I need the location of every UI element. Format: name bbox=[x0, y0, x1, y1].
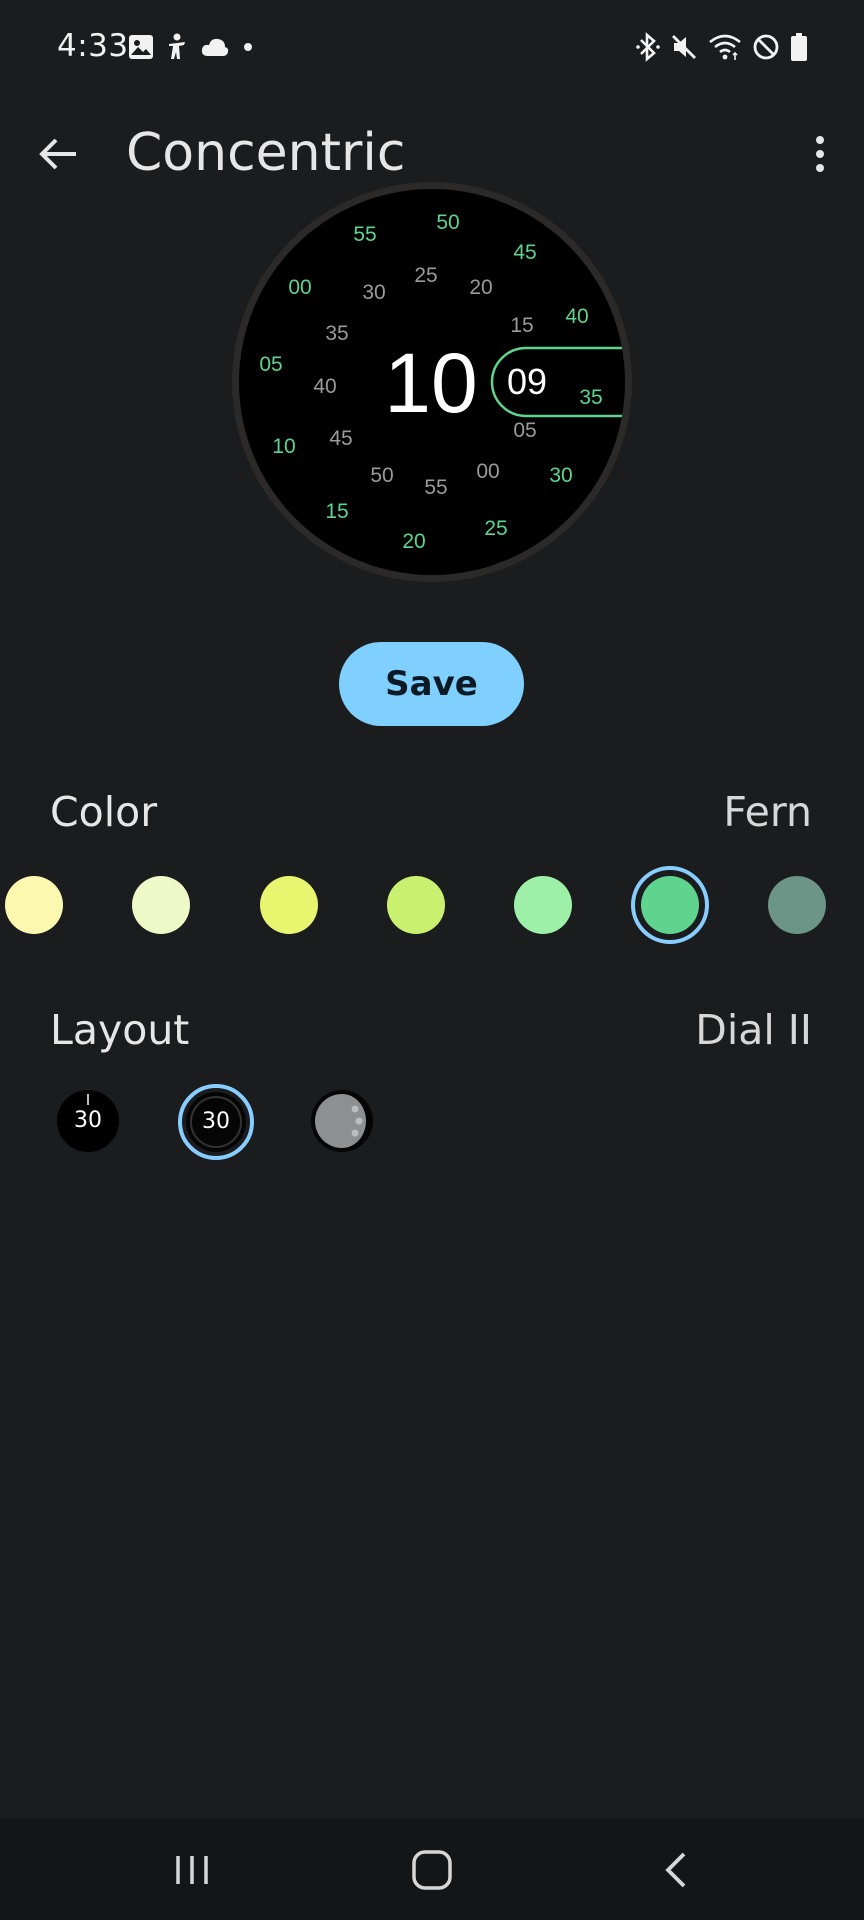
more-options-button[interactable] bbox=[798, 124, 842, 184]
image-icon bbox=[128, 34, 154, 64]
half-moon-icon bbox=[315, 1094, 366, 1148]
outer-ring-label: 15 bbox=[325, 500, 348, 523]
layout-option-dial-i[interactable]: 30 bbox=[57, 1090, 119, 1152]
mute-icon bbox=[670, 33, 698, 65]
nav-back-icon bbox=[648, 1852, 704, 1900]
outer-ring-label: 30 bbox=[549, 464, 572, 487]
outer-ring-label: 25 bbox=[484, 517, 507, 540]
color-swatch[interactable] bbox=[768, 876, 826, 934]
color-swatch[interactable] bbox=[387, 876, 445, 934]
inner-ring-label: 40 bbox=[313, 375, 336, 398]
recents-button[interactable] bbox=[160, 1846, 224, 1894]
battery-icon bbox=[790, 32, 808, 66]
status-system-icons bbox=[626, 32, 808, 66]
color-swatch[interactable] bbox=[260, 876, 318, 934]
color-swatch-selected[interactable] bbox=[641, 876, 699, 934]
layout-section-label: Layout bbox=[50, 1006, 190, 1054]
inner-ring-label: 05 bbox=[513, 419, 536, 442]
inner-ring-label: 15 bbox=[510, 314, 533, 337]
outer-ring-label: 10 bbox=[272, 435, 295, 458]
outer-ring-label: 55 bbox=[353, 223, 376, 246]
outer-ring-label: 45 bbox=[513, 241, 536, 264]
accessibility-icon bbox=[164, 33, 190, 65]
inner-ring-label: 25 bbox=[414, 264, 437, 287]
inner-ring-label: 00 bbox=[476, 460, 499, 483]
status-time: 4:33 bbox=[57, 28, 129, 64]
cloud-icon bbox=[200, 36, 230, 62]
wifi-icon bbox=[708, 33, 742, 65]
layout-option-label: 30 bbox=[74, 1108, 102, 1133]
dot-icon bbox=[240, 39, 256, 59]
back-button[interactable] bbox=[30, 124, 90, 184]
preview-minute: 09 bbox=[507, 361, 547, 402]
home-icon bbox=[402, 1850, 462, 1902]
inner-ring-label: 35 bbox=[325, 322, 348, 345]
home-button[interactable] bbox=[402, 1842, 462, 1898]
recents-icon bbox=[160, 1856, 224, 1898]
inner-ring-label: 55 bbox=[424, 476, 447, 499]
do-not-disturb-icon bbox=[752, 33, 780, 65]
status-bar: 4:33 bbox=[0, 0, 864, 96]
more-vert-icon bbox=[798, 136, 842, 188]
color-swatch[interactable] bbox=[514, 876, 572, 934]
selected-color-name: Fern bbox=[723, 788, 812, 836]
preview-hour: 10 bbox=[384, 336, 477, 430]
inner-ring-label: 20 bbox=[469, 276, 492, 299]
outer-ring-label: 05 bbox=[259, 353, 282, 376]
inner-ring-label: 45 bbox=[329, 427, 352, 450]
outer-ring-label: 40 bbox=[565, 305, 588, 328]
save-button[interactable]: Save bbox=[339, 642, 524, 726]
color-section-label: Color bbox=[50, 788, 158, 836]
outer-ring-label: 00 bbox=[288, 276, 311, 299]
watch-face-preview: 50 45 40 35 30 25 20 15 10 05 00 55 25 2… bbox=[232, 182, 632, 582]
inner-ring-label: 50 bbox=[370, 464, 393, 487]
navigation-bar bbox=[0, 1818, 864, 1920]
layout-option-dial-ii[interactable]: 30 bbox=[186, 1092, 246, 1152]
arrow-back-icon bbox=[30, 138, 90, 188]
inner-ring-label: 30 bbox=[362, 281, 385, 304]
color-swatch[interactable] bbox=[5, 876, 63, 934]
page-title: Concentric bbox=[126, 123, 406, 183]
nav-back-button[interactable] bbox=[648, 1844, 704, 1896]
layout-option-half-face[interactable] bbox=[311, 1090, 373, 1152]
outer-ring-label: 20 bbox=[402, 530, 425, 553]
bluetooth-icon bbox=[636, 32, 660, 66]
outer-ring-label: 50 bbox=[436, 211, 459, 234]
layout-option-label: 30 bbox=[202, 1109, 230, 1134]
color-swatch[interactable] bbox=[132, 876, 190, 934]
selected-layout-name: Dial II bbox=[695, 1006, 812, 1054]
status-notification-icons bbox=[128, 33, 266, 65]
outer-ring-label: 35 bbox=[579, 386, 602, 409]
